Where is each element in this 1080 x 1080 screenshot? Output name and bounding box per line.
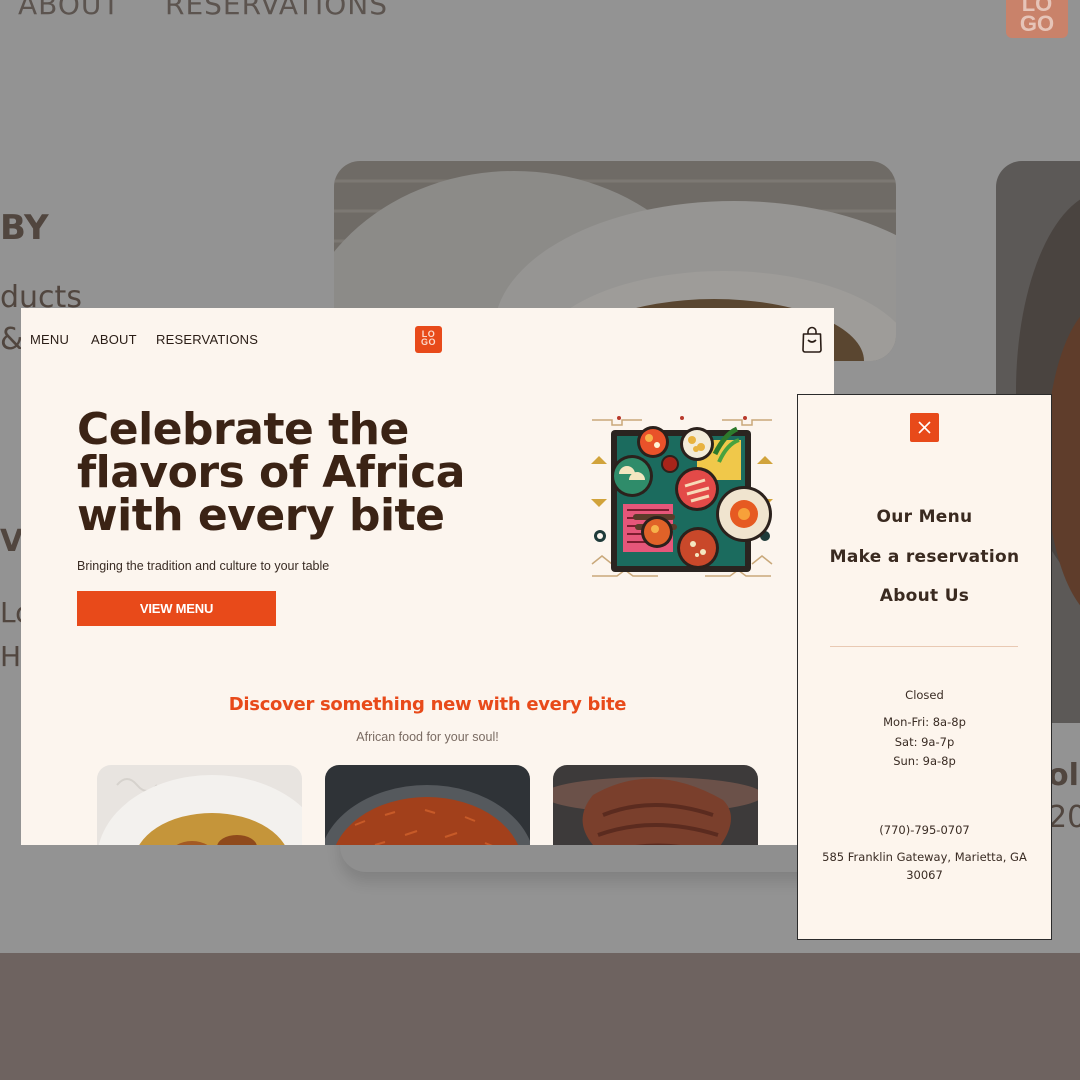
logo-line: GO: [420, 337, 436, 347]
nav-about-link[interactable]: ABOUT: [91, 332, 137, 347]
mobile-link-about-us[interactable]: About Us: [798, 586, 1051, 606]
mobile-link-reservation[interactable]: Make a reservation: [798, 547, 1051, 567]
discover-subtitle: African food for your soul!: [356, 730, 499, 744]
food-card-jollof[interactable]: [325, 765, 530, 845]
open-status: Closed: [905, 688, 944, 702]
bg-logo: LO GO: [1006, 0, 1068, 38]
phone-number[interactable]: (770)-795-0707: [798, 821, 1051, 840]
nav-reservations-link[interactable]: RESERVATIONS: [156, 332, 258, 347]
food-platter-illustration: [587, 414, 777, 584]
hours-weekday: Mon-Fri: 8a-8p: [883, 715, 966, 729]
food-card-flatbread[interactable]: [553, 765, 758, 845]
bg-nav-about: ABOUT: [18, 0, 121, 21]
close-menu-button[interactable]: [910, 413, 939, 442]
close-icon: [918, 421, 931, 434]
bg-text-fragment: oll: [1048, 758, 1080, 793]
hero-title: Celebrate the flavors of Africa with eve…: [77, 404, 465, 541]
food-card-stew[interactable]: [97, 765, 302, 845]
bg-text-fragment: &: [0, 322, 24, 357]
address: 585 Franklin Gateway, Marietta, GA 30067: [822, 850, 1027, 882]
nav-menu-link[interactable]: MENU: [30, 332, 69, 347]
desktop-screen: MENU ABOUT RESERVATIONS LO GO Celebrate …: [21, 308, 834, 845]
bg-heading-fragment: BY: [0, 208, 49, 248]
hours-saturday: Sat: 9a-7p: [894, 735, 955, 749]
mobile-link-our-menu[interactable]: Our Menu: [798, 507, 1051, 527]
hero-subtitle: Bringing the tradition and culture to yo…: [77, 559, 330, 573]
bg-nav-reservations: RESERVATIONS: [165, 0, 388, 21]
mobile-menu-screen: Our Menu Make a reservation About Us Clo…: [797, 394, 1052, 940]
menu-divider: [830, 646, 1018, 647]
logo[interactable]: LO GO: [415, 326, 442, 353]
discover-title: Discover something new with every bite: [228, 694, 627, 715]
bg-footer: [0, 953, 1080, 1080]
view-menu-button[interactable]: VIEW MENU: [77, 591, 276, 626]
cart-bag-icon[interactable]: [801, 326, 823, 353]
bg-text-fragment: 20: [1048, 800, 1080, 835]
hours-sunday: Sun: 9a-8p: [893, 754, 956, 768]
